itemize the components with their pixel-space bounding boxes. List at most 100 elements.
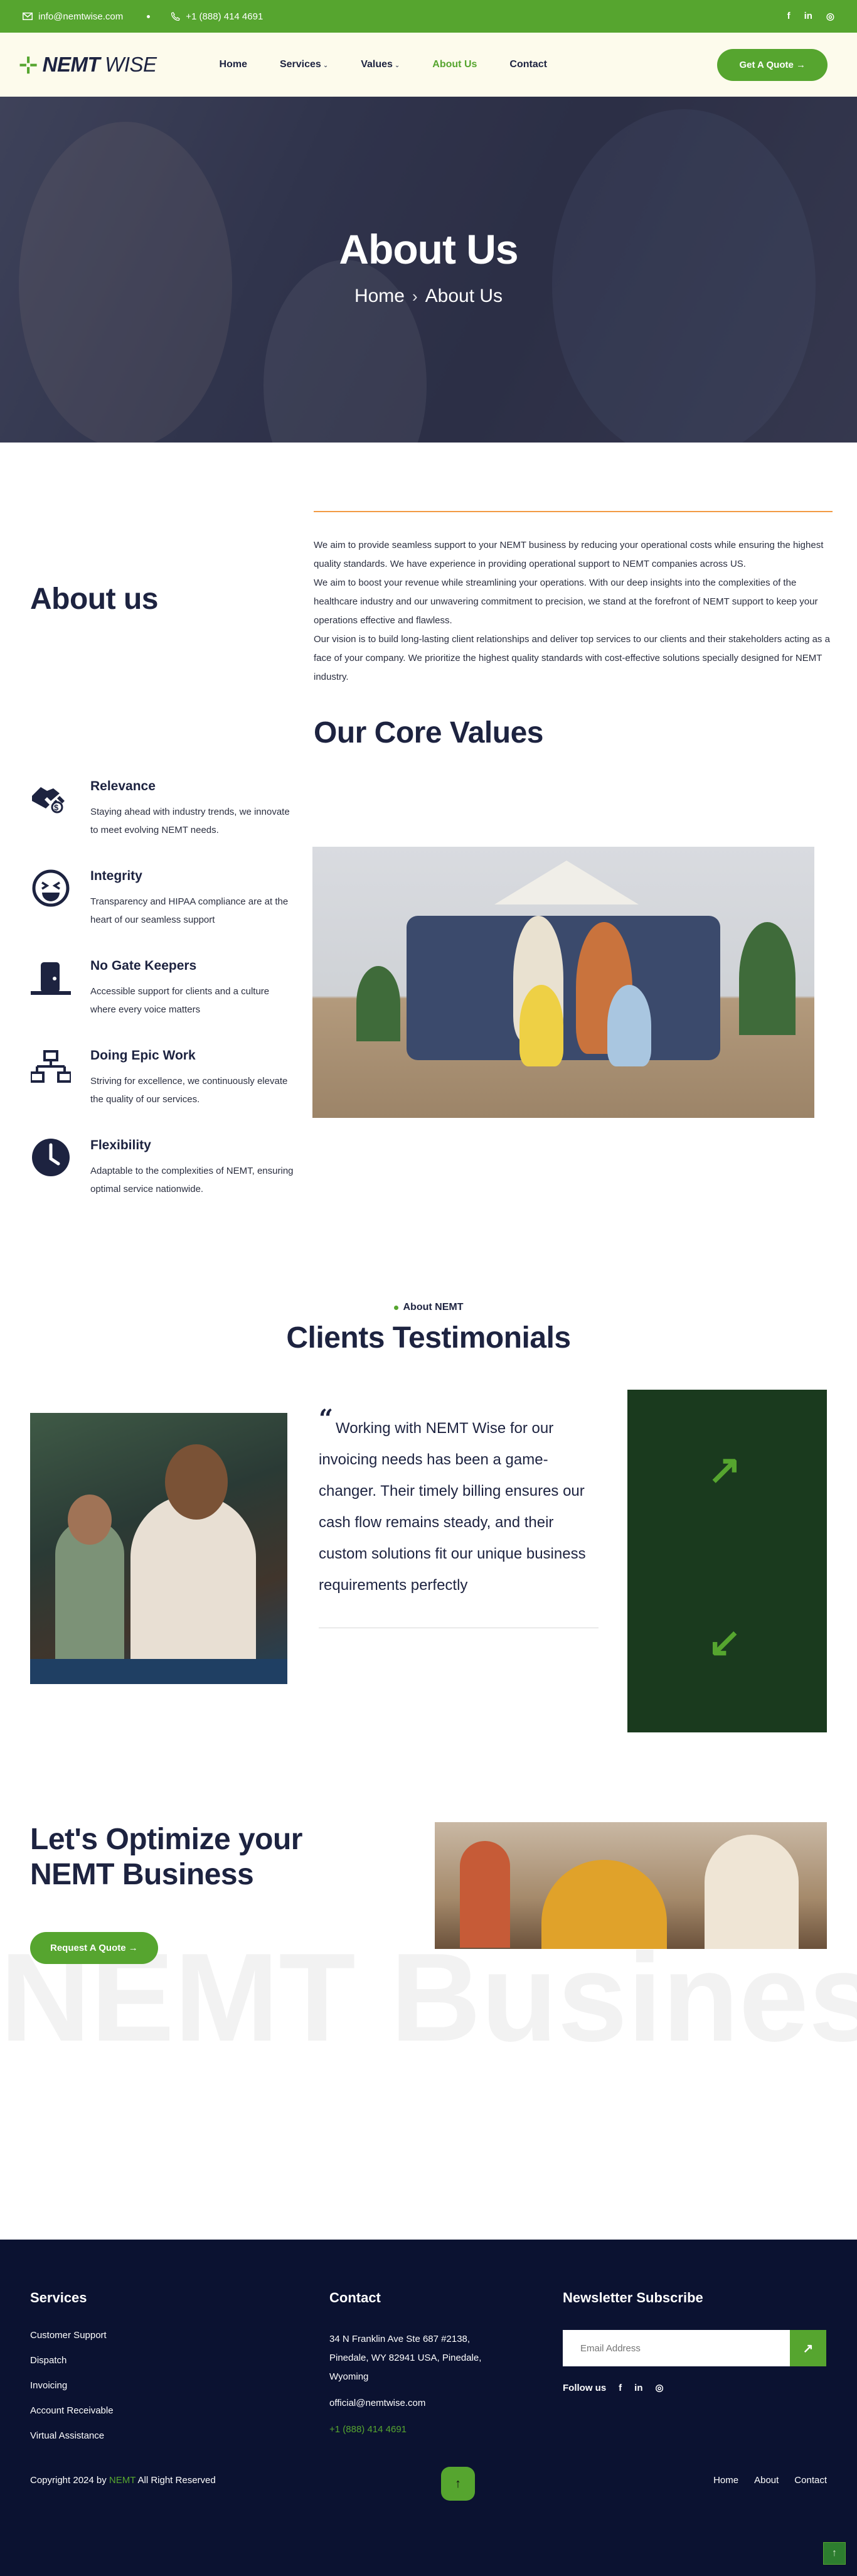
cta-title-line2: NEMT Business bbox=[30, 1858, 254, 1891]
scroll-top-button[interactable]: ↑ bbox=[441, 2467, 475, 2501]
back-to-top-corner-button[interactable]: ↑ bbox=[823, 2542, 846, 2565]
facebook-icon[interactable]: f bbox=[787, 11, 790, 22]
hero-content: About Us Home › About Us bbox=[0, 225, 857, 307]
network-icon bbox=[30, 1047, 72, 1088]
nav-home[interactable]: Home bbox=[220, 59, 247, 70]
footer-bottom-contact[interactable]: Contact bbox=[794, 2475, 827, 2486]
get-quote-button[interactable]: Get A Quote → bbox=[717, 48, 828, 81]
linkedin-icon[interactable]: in bbox=[804, 11, 812, 22]
footer-email[interactable]: official@nemtwise.com bbox=[329, 2394, 505, 2413]
photo-person bbox=[519, 985, 563, 1066]
footer-link-dispatch[interactable]: Dispatch bbox=[30, 2355, 329, 2366]
photo-person-head bbox=[165, 1444, 228, 1520]
footer-columns: Services Customer Support Dispatch Invoi… bbox=[30, 2290, 827, 2455]
value-title: Doing Epic Work bbox=[90, 1048, 196, 1063]
footer-bottom-about[interactable]: About bbox=[754, 2475, 779, 2486]
family-photo bbox=[312, 847, 814, 1118]
svg-text:$: $ bbox=[54, 803, 59, 812]
nav-services-label: Services bbox=[279, 59, 321, 70]
nav-home-label: Home bbox=[219, 59, 247, 70]
value-body: Integrity Transparency and HIPAA complia… bbox=[90, 867, 297, 957]
nav-values[interactable]: Values ⌄ bbox=[361, 59, 400, 70]
photo-desk bbox=[30, 1659, 287, 1684]
mail-icon bbox=[23, 13, 33, 20]
nav-values-label: Values bbox=[361, 59, 393, 70]
photo-plant bbox=[356, 966, 400, 1041]
nav-about-label: About Us bbox=[432, 59, 477, 70]
core-values-title: Our Core Values bbox=[314, 716, 543, 749]
next-arrow-icon[interactable]: ↗ bbox=[708, 1449, 742, 1489]
value-title: Relevance bbox=[90, 779, 156, 793]
footer-link-customer-support[interactable]: Customer Support bbox=[30, 2330, 329, 2341]
hero-banner: About Us Home › About Us bbox=[0, 97, 857, 443]
value-item: Integrity Transparency and HIPAA complia… bbox=[30, 867, 312, 957]
chevron-down-icon: ⌄ bbox=[394, 62, 400, 69]
newsletter-email-input[interactable] bbox=[563, 2330, 790, 2366]
nav-contact[interactable]: Contact bbox=[509, 59, 547, 70]
about-title: About us bbox=[30, 582, 158, 616]
logo[interactable]: ⊹ NEMT WISE bbox=[19, 51, 157, 78]
value-title: No Gate Keepers bbox=[90, 958, 197, 973]
value-title: Flexibility bbox=[90, 1138, 151, 1152]
value-item: $ Relevance Staying ahead with industry … bbox=[30, 778, 312, 867]
arrow-up-right-icon: ↗ bbox=[802, 2341, 814, 2356]
testimonials-eyebrow: About NEMT bbox=[0, 1302, 857, 1313]
testimonial-photo bbox=[30, 1413, 287, 1684]
follow-us: Follow us f in ◎ bbox=[563, 2382, 826, 2394]
prev-arrow-icon[interactable]: ↙ bbox=[708, 1622, 742, 1662]
logo-text-bold: NEMT bbox=[42, 53, 100, 76]
facebook-icon[interactable]: f bbox=[619, 2383, 622, 2393]
footer-bottom: Copyright 2024 by NEMT All Right Reserve… bbox=[30, 2467, 827, 2501]
value-item: No Gate Keepers Accessible support for c… bbox=[30, 957, 312, 1047]
copyright-pre: Copyright 2024 by bbox=[30, 2475, 109, 2486]
door-icon bbox=[30, 957, 72, 999]
value-body: Relevance Staying ahead with industry tr… bbox=[90, 778, 297, 867]
clock-icon bbox=[30, 1137, 72, 1178]
linkedin-icon[interactable]: in bbox=[634, 2383, 642, 2393]
copyright-post: All Right Reserved bbox=[136, 2475, 216, 2486]
testimonial-quote: Working with NEMT Wise for our invoicing… bbox=[319, 1420, 586, 1594]
photo-person bbox=[705, 1835, 799, 1949]
value-body: Doing Epic Work Striving for excellence,… bbox=[90, 1047, 297, 1137]
request-quote-button[interactable]: Request A Quote → bbox=[30, 1932, 158, 1964]
value-text: Staying ahead with industry trends, we i… bbox=[90, 807, 290, 835]
newsletter-form: ↗ bbox=[563, 2330, 826, 2366]
nav-contact-label: Contact bbox=[509, 59, 547, 70]
logo-cross-icon: ⊹ bbox=[19, 51, 38, 77]
site-header: ⊹ NEMT WISE Home Services ⌄ Values ⌄ About… bbox=[0, 33, 857, 97]
footer-link-account-receivable[interactable]: Account Receivable bbox=[30, 2405, 329, 2416]
footer-phone[interactable]: +1 (888) 414 4691 bbox=[329, 2420, 505, 2439]
topbar-phone[interactable]: +1 (888) 414 4691 bbox=[171, 11, 263, 22]
arrow-up-icon: ↑ bbox=[455, 2476, 461, 2491]
photo-plant bbox=[739, 922, 796, 1035]
top-bar: info@nemtwise.com +1 (888) 414 4691 f in… bbox=[0, 0, 857, 33]
quote-icon: “ bbox=[319, 1404, 334, 1434]
photo-person bbox=[541, 1860, 667, 1949]
footer-newsletter: Newsletter Subscribe ↗ Follow us f in ◎ bbox=[563, 2290, 826, 2455]
nav-about-us[interactable]: About Us bbox=[432, 59, 477, 70]
breadcrumb-home[interactable]: Home bbox=[354, 286, 405, 307]
instagram-icon[interactable]: ◎ bbox=[826, 11, 834, 22]
arrow-up-icon: ↑ bbox=[832, 2548, 837, 2558]
cta-title-line1: Let's Optimize your bbox=[30, 1823, 302, 1856]
about-paragraph: We aim to boost your revenue while strea… bbox=[314, 577, 818, 626]
photo-paper-roof bbox=[494, 861, 639, 904]
footer-link-invoicing[interactable]: Invoicing bbox=[30, 2380, 329, 2391]
value-item: Flexibility Adaptable to the complexitie… bbox=[30, 1137, 312, 1226]
value-text: Transparency and HIPAA compliance are at… bbox=[90, 896, 289, 925]
testimonials-title: Clients Testimonials bbox=[286, 1321, 571, 1355]
footer-bottom-home[interactable]: Home bbox=[713, 2475, 738, 2486]
copyright-brand: NEMT bbox=[109, 2475, 136, 2486]
chevron-right-icon: › bbox=[412, 286, 418, 306]
footer-link-virtual-assistance[interactable]: Virtual Assistance bbox=[30, 2430, 329, 2441]
newsletter-submit-button[interactable]: ↗ bbox=[790, 2330, 826, 2366]
site-footer: Services Customer Support Dispatch Invoi… bbox=[0, 2240, 857, 2576]
instagram-icon[interactable]: ◎ bbox=[656, 2382, 664, 2393]
testimonials-section: “Working with NEMT Wise for our invoicin… bbox=[0, 1390, 857, 1732]
topbar-email-text: info@nemtwise.com bbox=[38, 11, 124, 22]
nav-services[interactable]: Services ⌄ bbox=[280, 59, 328, 70]
topbar-email[interactable]: info@nemtwise.com bbox=[23, 11, 123, 22]
handshake-icon: $ bbox=[30, 778, 72, 819]
testimonial-text: “Working with NEMT Wise for our invoicin… bbox=[319, 1404, 600, 1601]
value-title: Integrity bbox=[90, 869, 142, 883]
